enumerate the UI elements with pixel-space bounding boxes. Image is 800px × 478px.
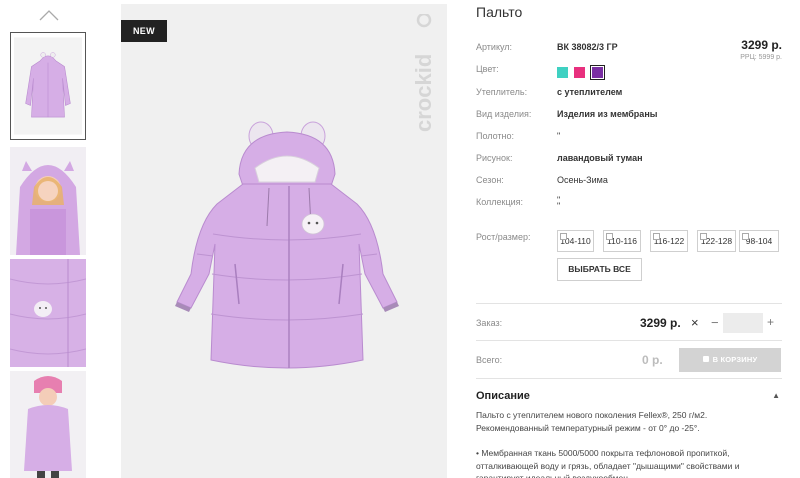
child-full-length-thumbnail xyxy=(10,371,86,478)
attribute-label: Утеплитель: xyxy=(476,87,528,97)
attribute-label: Рисунок: xyxy=(476,153,513,163)
attribute-season: Сезон: Осень-Зима xyxy=(476,173,782,187)
quantity-decrease-button[interactable]: − xyxy=(711,315,719,330)
color-swatch-purple[interactable] xyxy=(589,65,605,81)
thumbnail-child-wearing-coat[interactable] xyxy=(10,147,86,255)
quantity-input[interactable] xyxy=(723,313,763,333)
attribute-value: лавандовый туман xyxy=(557,153,643,163)
add-to-cart-label: В КОРЗИНУ xyxy=(712,355,758,364)
new-badge: NEW xyxy=(121,20,167,42)
attribute-label: Цвет: xyxy=(476,64,499,74)
size-option-116-122[interactable]: 116-122 xyxy=(650,230,688,252)
total-value: 0 р. xyxy=(642,353,663,367)
product-title: Пальто xyxy=(476,4,523,20)
description-heading: Описание xyxy=(476,390,530,402)
attribute-value: " " xyxy=(557,195,561,211)
thumbnail-coat-front[interactable] xyxy=(10,32,86,140)
attribute-collection: Коллекция: " " xyxy=(476,195,782,211)
thumbnail-coat-detail[interactable] xyxy=(10,259,86,367)
select-all-sizes-button[interactable]: ВЫБРАТЬ ВСЕ xyxy=(557,258,642,281)
divider xyxy=(476,303,782,304)
quantity-increase-button[interactable]: + xyxy=(767,315,774,329)
color-swatches xyxy=(557,64,605,82)
divider xyxy=(476,378,782,379)
cart-bag-icon xyxy=(702,356,709,362)
description-paragraph: Пальто с утеплителем нового поколения Fe… xyxy=(476,410,708,433)
size-option-104-110[interactable]: 104-110 xyxy=(557,230,594,252)
remove-order-icon[interactable]: × xyxy=(691,315,699,330)
recommended-retail-price: РРЦ: 5999 р. xyxy=(740,54,782,61)
divider xyxy=(476,340,782,341)
coat-illustration xyxy=(175,121,399,369)
order-price: 3299 р. xyxy=(640,316,681,330)
total-label: Всего: xyxy=(476,355,503,365)
attribute-value: Изделия из мембраны xyxy=(557,109,658,119)
attribute-value: " xyxy=(557,131,561,141)
attribute-value: Осень-Зима xyxy=(557,175,608,185)
attribute-article: Артикул: ВК 38082/3 ГР xyxy=(476,40,782,54)
attribute-pattern: Рисунок: лавандовый туман xyxy=(476,151,782,165)
attribute-insulation: Утеплитель: с утеплителем xyxy=(476,85,782,99)
size-option-110-116[interactable]: 110-116 xyxy=(603,230,641,252)
attribute-label: Вид изделия: xyxy=(476,109,532,119)
size-option-122-128[interactable]: 122-128 xyxy=(697,230,736,252)
attribute-value: ВК 38082/3 ГР xyxy=(557,42,618,52)
collapse-description-icon[interactable]: ▲ xyxy=(772,391,780,400)
chevron-up-icon[interactable] xyxy=(38,8,60,22)
product-page: NEW crockid Пальто 3299 р. РРЦ: 5999 р. … xyxy=(0,0,800,478)
color-swatch-pink[interactable] xyxy=(574,67,586,79)
attribute-color: Цвет: xyxy=(476,62,782,76)
main-product-image: NEW crockid xyxy=(121,4,447,478)
attribute-product-type: Вид изделия: Изделия из мембраны xyxy=(476,107,782,121)
thumbnail-child-full-length[interactable] xyxy=(10,371,86,478)
order-label: Заказ: xyxy=(476,318,503,328)
size-option-98-104[interactable]: 98-104 xyxy=(739,230,779,252)
child-photo-thumbnail xyxy=(10,147,86,255)
attribute-fabric: Полотно: " xyxy=(476,129,782,143)
coat-detail-thumbnail xyxy=(10,259,86,367)
attribute-label: Артикул: xyxy=(476,42,513,52)
add-to-cart-button[interactable]: В КОРЗИНУ xyxy=(679,348,781,372)
attribute-value: с утеплителем xyxy=(557,87,623,97)
attribute-label: Сезон: xyxy=(476,175,504,185)
attribute-label: Полотно: xyxy=(476,131,515,141)
size-label: Рост/размер: xyxy=(476,232,531,242)
coat-thumbnail-image xyxy=(14,37,82,135)
attribute-label: Коллекция: xyxy=(476,197,524,207)
color-swatch-teal[interactable] xyxy=(557,67,568,79)
description-paragraph: • Мембранная ткань 5000/5000 покрыта теф… xyxy=(476,448,740,478)
